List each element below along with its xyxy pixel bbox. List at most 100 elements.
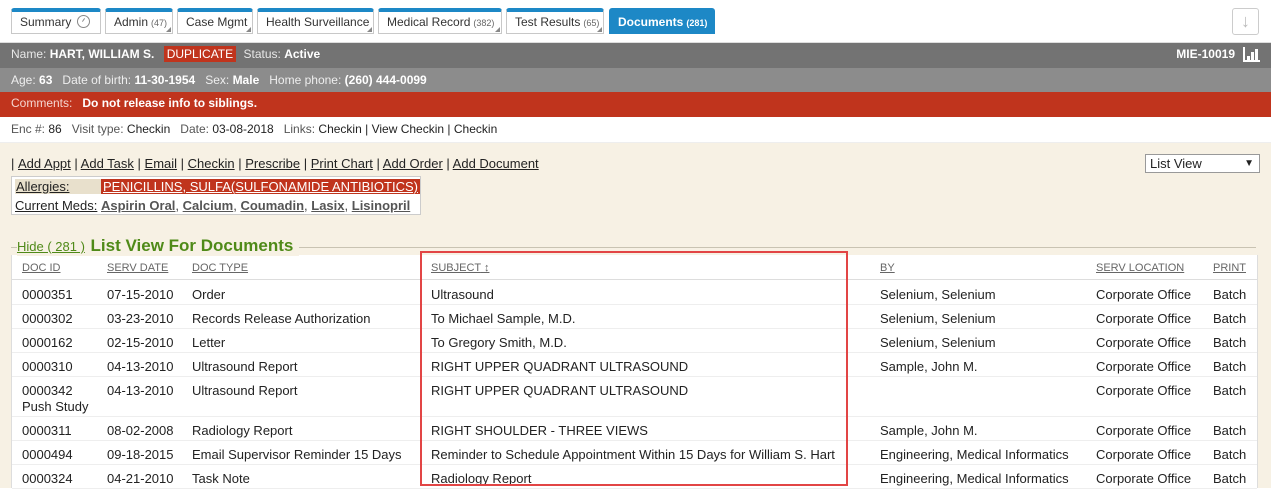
table-row[interactable]: 0000302 03-23-2010 Records Release Autho… [12,305,1257,329]
tab-count: (47) [151,18,168,28]
serv-location: Corporate Office [1096,335,1192,350]
hide-toggle[interactable]: Hide ( 281 ) [17,239,85,254]
action-links: | Add Appt | Add Task | Email | Checkin … [11,156,539,171]
table-row[interactable]: 0000162 02-15-2010 Letter To Gregory Smi… [12,329,1257,353]
tab-health-surveillance[interactable]: Health Surveillance [257,8,374,34]
print-chart-link[interactable]: Print Chart [311,156,373,171]
by: Selenium, Selenium [880,311,996,326]
col-serv-date[interactable]: SERV DATE [107,262,168,274]
tab-label: Test Results [515,15,581,29]
print-batch[interactable]: Batch [1213,447,1246,462]
serv-date: 07-15-2010 [107,287,174,302]
link-checkin[interactable]: Checkin [318,122,361,136]
tab-medical-record[interactable]: Medical Record (382) [378,8,502,34]
corner-icon [597,27,602,32]
col-subject[interactable]: SUBJECT ↕ [431,262,489,274]
corner-icon [246,27,251,32]
age-label: Age: [11,73,36,87]
chart-icon[interactable] [1243,47,1260,62]
tab-label: Admin [114,15,149,29]
serv-date: 08-02-2008 [107,423,174,438]
view-select[interactable]: List View ▼ [1145,154,1260,173]
print-batch[interactable]: Batch [1213,383,1246,398]
med-link[interactable]: Coumadin [240,198,304,213]
doc-type: Email Supervisor Reminder 15 Days [192,447,402,462]
subject: RIGHT UPPER QUADRANT ULTRASOUND [431,383,689,398]
med-link[interactable]: Lasix [311,198,344,213]
by: Selenium, Selenium [880,335,996,350]
serv-date: 04-13-2010 [107,383,174,398]
current-meds-label[interactable]: Current Meds: [15,198,97,213]
tab-summary[interactable]: Summary [11,8,101,34]
documents-table: DOC ID SERV DATE DOC TYPE SUBJECT ↕ BY S… [11,255,1258,489]
serv-location: Corporate Office [1096,287,1192,302]
add-appt-link[interactable]: Add Appt [18,156,71,171]
print-batch[interactable]: Batch [1213,311,1246,326]
header-divider [12,279,1257,280]
table-row[interactable]: 0000324 04-21-2010 Task Note Radiology R… [12,465,1257,489]
add-document-link[interactable]: Add Document [453,156,539,171]
med-link[interactable]: Calcium [183,198,234,213]
subject: RIGHT SHOULDER - THREE VIEWS [431,423,648,438]
print-batch[interactable]: Batch [1213,335,1246,350]
table-row[interactable]: 0000351 07-15-2010 Order Ultrasound Sele… [12,281,1257,305]
table-row[interactable]: 0000342 Push Study 04-13-2010 Ultrasound… [12,377,1257,417]
doc-type: Letter [192,335,226,350]
add-task-link[interactable]: Add Task [81,156,134,171]
serv-location: Corporate Office [1096,311,1192,326]
doc-type: Ultrasound Report [192,383,298,398]
link-checkin-2[interactable]: Checkin [454,122,497,136]
doc-type: Radiology Report [192,423,293,438]
phone-label: Home phone: [269,73,342,87]
tab-case-mgmt[interactable]: Case Mgmt [177,8,253,34]
print-batch[interactable]: Batch [1213,359,1246,374]
table-row[interactable]: 0000494 09-18-2015 Email Supervisor Remi… [12,441,1257,465]
serv-location: Corporate Office [1096,471,1192,486]
tab-admin[interactable]: Admin (47) [105,8,173,34]
allergy-meds-box: Allergies: PENICILLINS, SULFA(SULFONAMID… [11,176,421,215]
doc-id: 0000162 [22,335,73,350]
col-doc-type[interactable]: DOC TYPE [192,262,248,274]
tab-bar: Summary Admin (47) Case Mgmt Health Surve… [0,0,1271,43]
email-link[interactable]: Email [145,156,178,171]
add-order-link[interactable]: Add Order [383,156,443,171]
dob-label: Date of birth: [62,73,132,87]
download-arrow-icon[interactable]: ↓ [1232,8,1259,35]
dropdown-caret-icon: ▼ [1244,158,1254,169]
serv-date: 03-23-2010 [107,311,174,326]
view-select-value: List View [1150,156,1202,171]
date-label: Date: [180,122,209,136]
col-doc-id[interactable]: DOC ID [22,262,61,274]
subject: To Gregory Smith, M.D. [431,335,567,350]
col-by[interactable]: BY [880,262,895,274]
enc-value: 86 [48,122,62,136]
tab-test-results[interactable]: Test Results (65) [506,8,604,34]
encounter-bar: Enc #: 86 Visit type: Checkin Date: 03-0… [0,117,1271,143]
col-serv-location[interactable]: SERV LOCATION [1096,262,1184,274]
by: Engineering, Medical Informatics [880,447,1069,462]
print-batch[interactable]: Batch [1213,423,1246,438]
clock-icon [77,15,91,28]
col-print[interactable]: PRINT [1213,262,1246,274]
prescribe-link[interactable]: Prescribe [245,156,300,171]
subject: RIGHT UPPER QUADRANT ULTRASOUND [431,359,689,374]
checkin-link[interactable]: Checkin [188,156,235,171]
date-value: 03-08-2018 [212,122,274,136]
allergies-value[interactable]: PENICILLINS, SULFA(SULFONAMIDE ANTIBIOTI… [101,179,420,194]
subject: Radiology Report [431,471,532,486]
table-row[interactable]: 0000311 08-02-2008 Radiology Report RIGH… [12,417,1257,441]
med-link[interactable]: Lisinopril [352,198,411,213]
med-link[interactable]: Aspirin Oral [101,198,175,213]
print-batch[interactable]: Batch [1213,471,1246,486]
serv-location: Corporate Office [1096,359,1192,374]
visit-label: Visit type: [71,122,124,136]
table-row[interactable]: 0000310 04-13-2010 Ultrasound Report RIG… [12,353,1257,377]
link-view-checkin[interactable]: View Checkin [372,122,444,136]
allergies-label[interactable]: Allergies: [15,179,101,194]
print-batch[interactable]: Batch [1213,287,1246,302]
age-value: 63 [39,73,53,87]
doc-id: 0000342 [22,383,73,398]
tab-documents[interactable]: Documents (281) [609,8,715,34]
content-area: | Add Appt | Add Task | Email | Checkin … [0,143,1271,489]
serv-date: 04-13-2010 [107,359,174,374]
